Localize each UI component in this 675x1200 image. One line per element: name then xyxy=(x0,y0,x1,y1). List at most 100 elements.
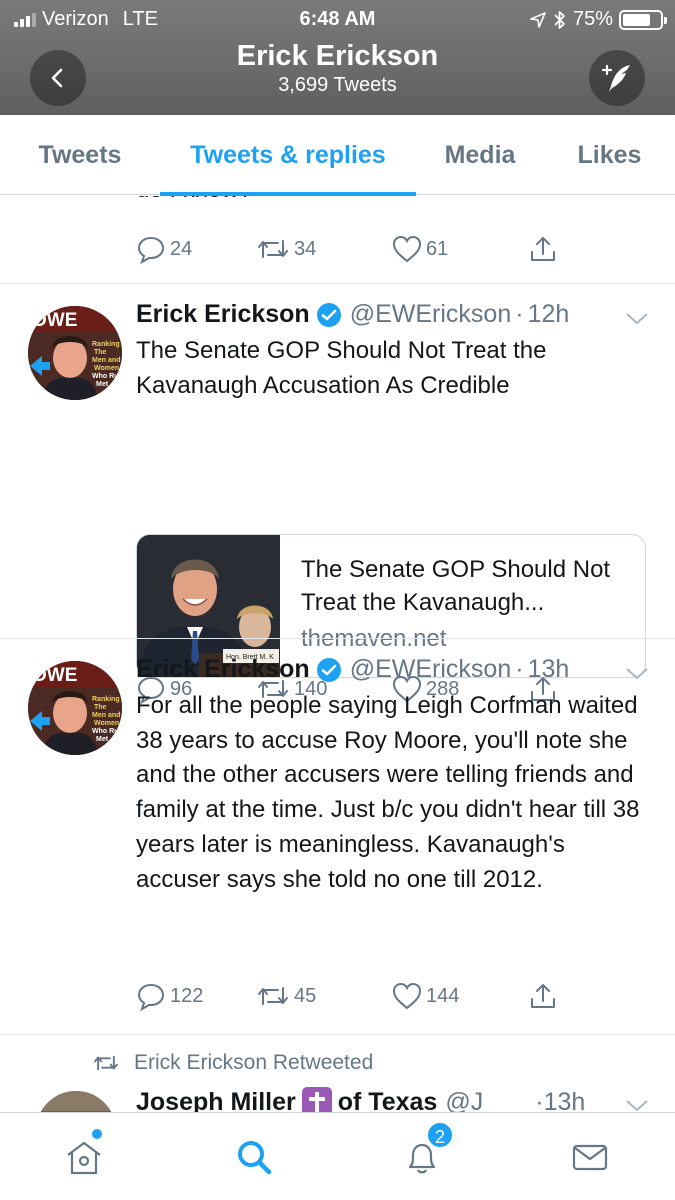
retweet-icon xyxy=(258,987,288,1005)
reply-icon xyxy=(137,236,165,264)
compose-tweet-button[interactable] xyxy=(589,50,645,106)
like-count: 61 xyxy=(426,237,449,260)
avatar-text: Who Ru xyxy=(92,373,118,380)
battery-percent: 75% xyxy=(572,8,613,30)
avatar[interactable] xyxy=(36,1091,116,1112)
tab-media[interactable]: Media xyxy=(416,115,544,195)
bluetooth-icon xyxy=(554,10,565,29)
tweet-time[interactable]: ·13h xyxy=(535,1088,585,1113)
tweet-text-cutoff: do I know? xyxy=(136,196,252,204)
retweet-icon xyxy=(94,1055,118,1071)
author-handle[interactable]: @EWErickson xyxy=(350,655,512,684)
avatar-text: OWE xyxy=(32,665,77,686)
avatar-text: Met xyxy=(96,736,109,743)
avatar-image xyxy=(36,1091,116,1112)
author-name-suffix[interactable]: of Texas xyxy=(338,1088,438,1113)
like-button[interactable]: 144 xyxy=(392,982,528,1010)
location-arrow-icon xyxy=(530,11,546,28)
tab-likes[interactable]: Likes xyxy=(544,115,675,195)
tweet-header: Erick Erickson @EWErickson · 12h xyxy=(136,300,569,329)
new-content-dot xyxy=(92,1129,102,1139)
tweet-time[interactable]: 13h xyxy=(528,655,570,684)
heart-icon xyxy=(392,982,422,1010)
chevron-down-icon[interactable] xyxy=(625,1099,649,1112)
chevron-down-icon[interactable] xyxy=(625,312,649,326)
author-handle[interactable]: @EWErickson xyxy=(350,300,512,329)
tweet-feed[interactable]: do I know? 24 34 61 xyxy=(0,196,675,1112)
avatar-text: Men and xyxy=(92,712,120,719)
tweet-text: The Senate GOP Should Not Treat the Kava… xyxy=(136,337,547,399)
share-button[interactable] xyxy=(528,234,558,264)
avatar-text: Men and xyxy=(92,357,120,364)
avatar[interactable]: OWE Ranking The Men and Women Who Ru Met xyxy=(28,306,122,400)
avatar[interactable]: OWE Ranking The Men and Women Who Ru Met xyxy=(28,661,122,755)
tweet-header: Erick Erickson @EWErickson · 13h xyxy=(136,655,569,684)
tweet[interactable]: Erick Erickson Retweeted Joseph Miller o… xyxy=(0,1035,675,1112)
card-title: The Senate GOP Should Not Treat the Kava… xyxy=(301,556,611,616)
retweet-context: Erick Erickson Retweeted xyxy=(92,1051,373,1075)
avatar-text: Women xyxy=(94,720,119,727)
retweeted-by-label[interactable]: Erick Erickson Retweeted xyxy=(134,1051,373,1075)
tweet[interactable]: OWE Ranking The Men and Women Who Ru Met xyxy=(0,284,675,704)
battery-icon xyxy=(619,9,667,30)
tweet-count: 3,699 Tweets xyxy=(278,74,397,96)
reply-icon xyxy=(137,983,165,1011)
avatar-text: Women xyxy=(94,365,119,372)
bottom-tab-bar: 2 xyxy=(0,1112,675,1200)
author-handle[interactable]: @J xyxy=(445,1088,483,1113)
tweet-text: For all the people saying Leigh Corfman … xyxy=(136,692,640,893)
reply-button[interactable]: 24 xyxy=(136,234,256,264)
avatar-text: Who Ru xyxy=(92,728,118,735)
share-icon xyxy=(531,237,555,261)
avatar-image: OWE Ranking The Men and Women Who Ru Met xyxy=(28,661,122,755)
reply-count: 122 xyxy=(170,984,204,1007)
chevron-down-icon[interactable] xyxy=(625,667,649,681)
avatar-text: Ranking xyxy=(92,341,120,348)
home-icon xyxy=(67,1141,101,1175)
author-name[interactable]: Joseph Miller xyxy=(136,1088,296,1113)
tab-tweets-and-replies[interactable]: Tweets & replies xyxy=(160,115,416,196)
notifications-badge: 2 xyxy=(426,1121,454,1149)
retweet-count: 34 xyxy=(294,237,317,260)
meta-separator: · xyxy=(515,300,524,328)
verified-badge-icon xyxy=(316,657,341,682)
like-count: 144 xyxy=(426,984,460,1007)
home-tab[interactable] xyxy=(62,1129,106,1179)
avatar-text: Met xyxy=(96,381,109,388)
avatar-text: OWE xyxy=(32,310,77,331)
retweet-button[interactable]: 45 xyxy=(256,982,392,1010)
notifications-tab[interactable]: 2 xyxy=(400,1121,454,1179)
reply-count: 24 xyxy=(170,237,193,260)
search-tab[interactable] xyxy=(232,1135,276,1179)
profile-header: Verizon LTE 6:48 AM 75% Erick Erickson 3… xyxy=(0,0,675,115)
retweet-icon xyxy=(258,240,288,258)
messages-tab[interactable] xyxy=(568,1135,612,1179)
tab-tweets[interactable]: Tweets xyxy=(0,115,160,195)
tweet[interactable]: OWE Ranking The Men and Women Who Ru Met xyxy=(0,639,675,1034)
author-name[interactable]: Erick Erickson xyxy=(136,300,310,329)
tweet-actions: 24 34 61 xyxy=(136,234,558,264)
like-button[interactable]: 61 xyxy=(392,235,528,263)
cross-emoji-icon xyxy=(301,1087,332,1112)
author-name[interactable]: Erick Erickson xyxy=(136,655,310,684)
retweet-count: 45 xyxy=(294,984,317,1007)
avatar-text: The xyxy=(94,704,107,711)
tweet-actions: 122 45 144 xyxy=(136,981,558,1011)
twitter-profile-screen: Verizon LTE 6:48 AM 75% Erick Erickson 3… xyxy=(0,0,675,1200)
profile-tabs: Tweets Tweets & replies Media Likes xyxy=(0,115,675,196)
tweet-time[interactable]: 12h xyxy=(528,300,570,329)
share-button[interactable] xyxy=(528,981,558,1011)
reply-button[interactable]: 122 xyxy=(136,981,256,1011)
tweet-header: Joseph Miller of Texas @J ·13h xyxy=(136,1087,585,1112)
tweet-time-value: 13h xyxy=(543,1087,586,1113)
status-bar: Verizon LTE 6:48 AM 75% xyxy=(0,0,675,38)
share-icon xyxy=(531,984,555,1008)
meta-separator: · xyxy=(515,655,524,683)
retweet-button[interactable]: 34 xyxy=(256,235,392,263)
avatar-text: Ranking xyxy=(92,696,120,703)
messages-icon xyxy=(572,1144,608,1171)
avatar-image: OWE Ranking The Men and Women Who Ru Met xyxy=(28,306,122,400)
profile-name-title: Erick Erickson xyxy=(236,40,439,72)
verified-badge-icon xyxy=(316,302,341,327)
search-icon xyxy=(238,1141,272,1175)
